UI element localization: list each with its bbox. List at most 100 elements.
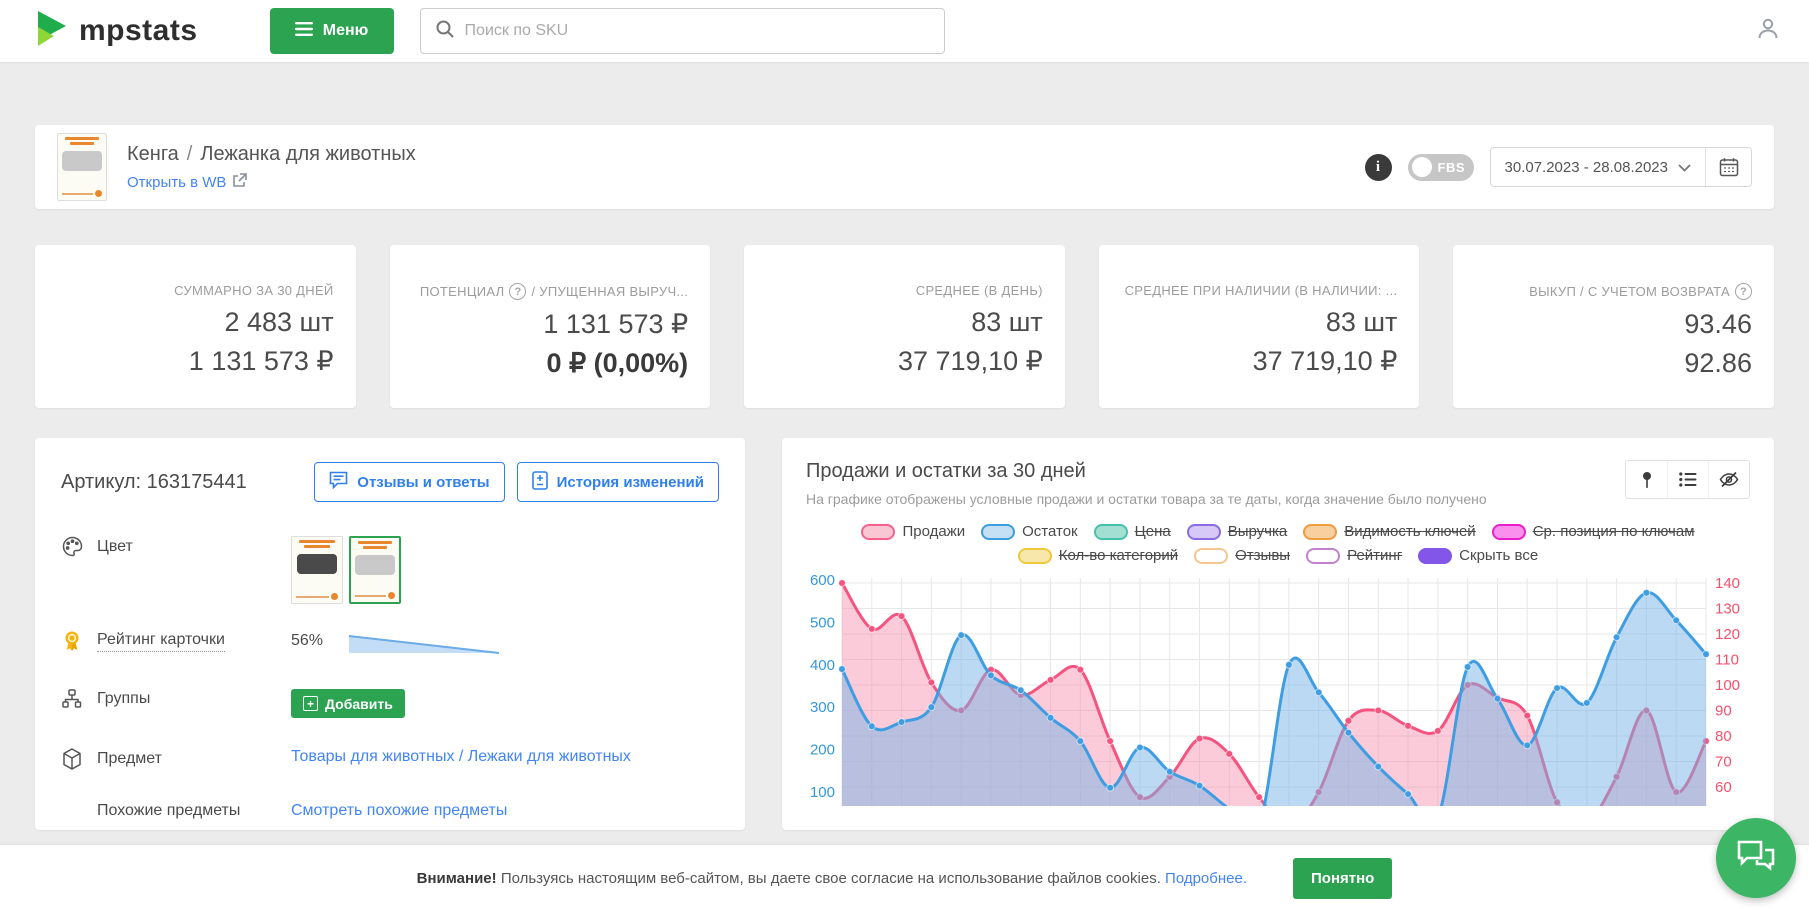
svg-text:80: 80 bbox=[1715, 728, 1732, 745]
question-circle-icon[interactable]: ? bbox=[509, 283, 526, 300]
breadcrumb: Кенга/Лежанка для животных bbox=[127, 143, 416, 166]
reviews-button[interactable]: Отзывы и ответы bbox=[314, 462, 504, 502]
legend-item[interactable]: Цена bbox=[1094, 523, 1171, 540]
legend-swatch bbox=[1187, 524, 1221, 540]
product-info-panel: Артикул: 163175441 Отзывы и ответы Истор… bbox=[35, 438, 745, 830]
chart-toolbar bbox=[1625, 460, 1750, 499]
svg-text:400: 400 bbox=[810, 657, 835, 674]
cube-icon bbox=[61, 748, 83, 770]
stat-label: СРЕДНЕЕ (В ДЕНЬ) bbox=[916, 283, 1043, 298]
info-icon[interactable]: i bbox=[1365, 154, 1392, 181]
open-in-wb-label: Открыть в WB bbox=[127, 174, 226, 191]
hamburger-icon bbox=[295, 22, 313, 41]
card-rating-value: 56% bbox=[291, 632, 323, 650]
pin-marker-button[interactable] bbox=[1626, 461, 1667, 498]
svg-text:200: 200 bbox=[810, 742, 835, 759]
card-rating-row: Рейтинг карточки 56% bbox=[61, 630, 719, 661]
stat-label: СУММАРНО ЗА 30 ДНЕЙ bbox=[174, 283, 333, 298]
legend-item[interactable]: Видимость ключей bbox=[1303, 523, 1475, 540]
search-input[interactable] bbox=[465, 22, 930, 40]
svg-text:140: 140 bbox=[1715, 575, 1740, 592]
user-account-icon[interactable] bbox=[1755, 16, 1781, 47]
svg-text:100: 100 bbox=[1715, 677, 1740, 694]
legend-row-1: Продажи Остаток Цена Выручка Видимость ключе… bbox=[806, 523, 1750, 540]
history-button[interactable]: История изменений bbox=[517, 462, 719, 502]
main-content: Артикул: 163175441 Отзывы и ответы Истор… bbox=[35, 438, 1774, 830]
article-number: Артикул: 163175441 bbox=[61, 471, 247, 494]
thumb-decor bbox=[62, 190, 102, 197]
date-range-control: 30.07.2023 - 28.08.2023 bbox=[1490, 147, 1752, 187]
logo-text: mpstats bbox=[79, 14, 198, 48]
cookie-accept-button[interactable]: Понятно bbox=[1293, 858, 1392, 899]
legend-item[interactable]: Ср. позиция по ключам bbox=[1492, 523, 1695, 540]
color-label: Цвет bbox=[97, 538, 133, 556]
legend-label: Цена bbox=[1135, 523, 1171, 540]
menu-button[interactable]: Меню bbox=[270, 8, 394, 54]
cookie-text: Внимание! Пользуясь настоящим веб-сайтом… bbox=[417, 870, 1247, 887]
similar-subjects-row: Похожие предметы Смотреть похожие предме… bbox=[61, 802, 719, 820]
legend-swatch bbox=[1303, 524, 1337, 540]
cookie-more-link[interactable]: Подробнее. bbox=[1165, 870, 1247, 887]
legend-swatch bbox=[1094, 524, 1128, 540]
rating-sparkline bbox=[349, 630, 499, 661]
calendar-button[interactable] bbox=[1705, 148, 1751, 186]
legend-swatch bbox=[861, 524, 895, 540]
history-doc-icon bbox=[532, 471, 548, 494]
thumb-decor bbox=[62, 151, 102, 171]
cookie-banner: Внимание! Пользуясь настоящим веб-сайтом… bbox=[0, 845, 1809, 911]
stat-value-units: 2 483 шт bbox=[51, 307, 334, 337]
svg-text:60: 60 bbox=[1715, 779, 1732, 796]
legend-item[interactable]: Выручка bbox=[1187, 523, 1288, 540]
similar-subjects-link[interactable]: Смотреть похожие предметы bbox=[291, 802, 507, 820]
svg-text:90: 90 bbox=[1715, 703, 1732, 720]
color-variant-thumbnail-selected[interactable] bbox=[349, 536, 401, 604]
search-icon bbox=[435, 19, 455, 44]
chart-subtitle: На графике отображены условные продажи и… bbox=[806, 491, 1487, 507]
thumb-decor bbox=[65, 137, 99, 140]
stat-card-buyout: ВЫКУП / С УЧЕТОМ ВОЗВРАТА ? 93.46 92.86 bbox=[1453, 245, 1774, 408]
legend-item[interactable]: Скрыть все bbox=[1418, 547, 1538, 564]
question-circle-icon[interactable]: ? bbox=[1735, 283, 1752, 300]
stat-card-potential: ПОТЕНЦИАЛ ? / УПУЩЕННАЯ ВЫРУЧ... 1 131 5… bbox=[390, 245, 711, 408]
brand-name: Кенга bbox=[127, 143, 179, 165]
legend-item[interactable]: Остаток bbox=[981, 523, 1078, 540]
date-range-value: 30.07.2023 - 28.08.2023 bbox=[1505, 159, 1668, 176]
add-group-label: Добавить bbox=[325, 696, 393, 712]
list-button[interactable] bbox=[1667, 461, 1708, 498]
cookie-message: Пользуясь настоящим веб-сайтом, вы даете… bbox=[501, 870, 1161, 887]
svg-text:110: 110 bbox=[1715, 652, 1739, 669]
eye-off-button[interactable] bbox=[1708, 461, 1749, 498]
toggle-knob bbox=[1412, 157, 1432, 177]
stat-value-buyout-returns: 92.86 bbox=[1469, 348, 1752, 378]
menu-button-label: Меню bbox=[323, 22, 369, 40]
open-in-wb-link[interactable]: Открыть в WB bbox=[127, 173, 247, 192]
subject-category-link[interactable]: Товары для животных / Лежаки для животны… bbox=[291, 748, 631, 766]
legend-item[interactable]: Отзывы bbox=[1194, 547, 1290, 564]
fbs-toggle[interactable]: FBS bbox=[1408, 154, 1474, 181]
subject-label: Предмет bbox=[97, 750, 162, 768]
legend-item[interactable]: Кол-во категорий bbox=[1018, 547, 1178, 564]
legend-item[interactable]: Рейтинг bbox=[1306, 547, 1402, 564]
product-thumbnail bbox=[57, 133, 107, 201]
stat-label: СРЕДНЕЕ ПРИ НАЛИЧИИ (В НАЛИЧИИ: ... bbox=[1125, 283, 1398, 298]
svg-text:300: 300 bbox=[810, 699, 835, 716]
color-variant-thumbnail[interactable] bbox=[291, 536, 343, 604]
stat-value-units: 83 шт bbox=[760, 307, 1043, 337]
mpstats-logo[interactable]: mpstats bbox=[35, 10, 198, 53]
stat-card-total-30-days: СУММАРНО ЗА 30 ДНЕЙ 2 483 шт 1 131 573 ₽ bbox=[35, 245, 356, 408]
date-range-selector[interactable]: 30.07.2023 - 28.08.2023 bbox=[1491, 148, 1705, 186]
add-group-button[interactable]: + Добавить bbox=[291, 689, 405, 718]
reviews-button-label: Отзывы и ответы bbox=[357, 474, 489, 491]
legend-label: Продажи bbox=[902, 523, 965, 540]
stat-card-average-per-day: СРЕДНЕЕ (В ДЕНЬ) 83 шт 37 719,10 ₽ bbox=[744, 245, 1065, 408]
legend-item[interactable]: Продажи bbox=[861, 523, 965, 540]
legend-swatch bbox=[1018, 548, 1052, 564]
stat-card-average-in-stock: СРЕДНЕЕ ПРИ НАЛИЧИИ (В НАЛИЧИИ: ... 83 ш… bbox=[1099, 245, 1420, 408]
chat-widget-button[interactable] bbox=[1716, 818, 1796, 898]
legend-row-2: Кол-во категорий Отзывы Рейтинг Скрыть все bbox=[806, 547, 1750, 564]
sku-search bbox=[420, 8, 945, 54]
legend-swatch bbox=[1492, 524, 1526, 540]
legend-label: Ср. позиция по ключам bbox=[1533, 523, 1695, 540]
chart-legend: Продажи Остаток Цена Выручка Видимость ключе… bbox=[806, 523, 1750, 564]
legend-swatch bbox=[1306, 548, 1340, 564]
